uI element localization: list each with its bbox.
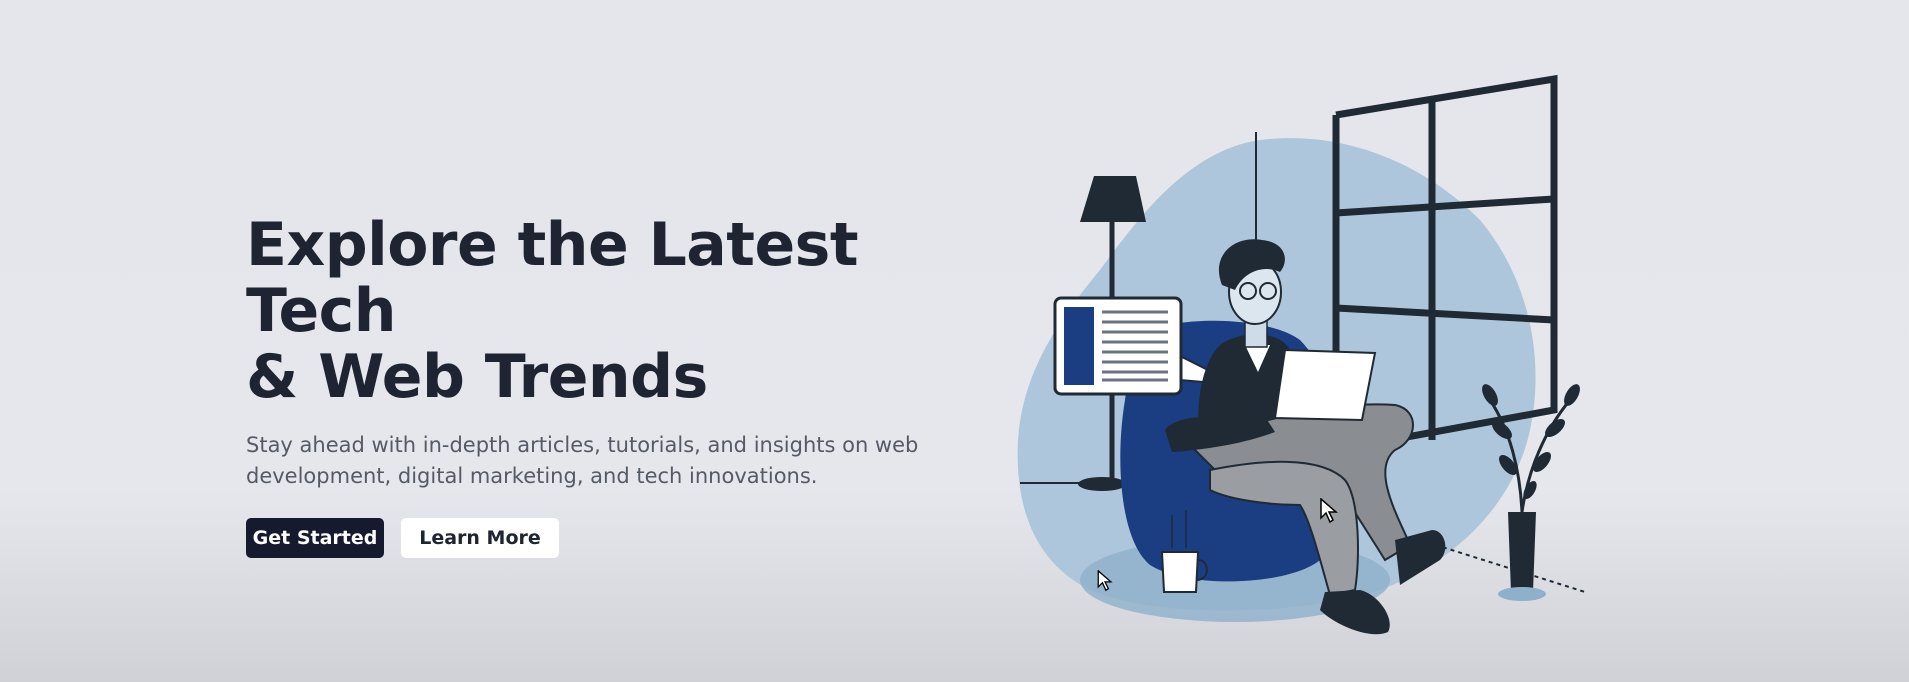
mouse-cursor-icon [1097, 570, 1113, 592]
mouse-cursor-icon [1320, 498, 1338, 524]
hero-section: Explore the Latest Tech & Web Trends Sta… [0, 0, 1909, 682]
hero-subtitle-line-2: development, digital marketing, and tech… [246, 464, 818, 488]
hero-headline: Explore the Latest Tech & Web Trends [246, 212, 1006, 410]
person-working-on-laptop-illustration [1017, 74, 1586, 635]
hero-headline-line-1: Explore the Latest Tech [246, 210, 859, 346]
hero-buttons: Get Started Learn More [246, 518, 1006, 558]
hero-headline-line-2: & Web Trends [246, 342, 708, 412]
get-started-button[interactable]: Get Started [246, 518, 384, 558]
learn-more-button[interactable]: Learn More [401, 518, 559, 558]
hero-text-block: Explore the Latest Tech & Web Trends Sta… [246, 212, 1006, 558]
hero-subtitle-line-1: Stay ahead with in-depth articles, tutor… [246, 433, 919, 457]
hero-subtitle: Stay ahead with in-depth articles, tutor… [246, 430, 926, 492]
